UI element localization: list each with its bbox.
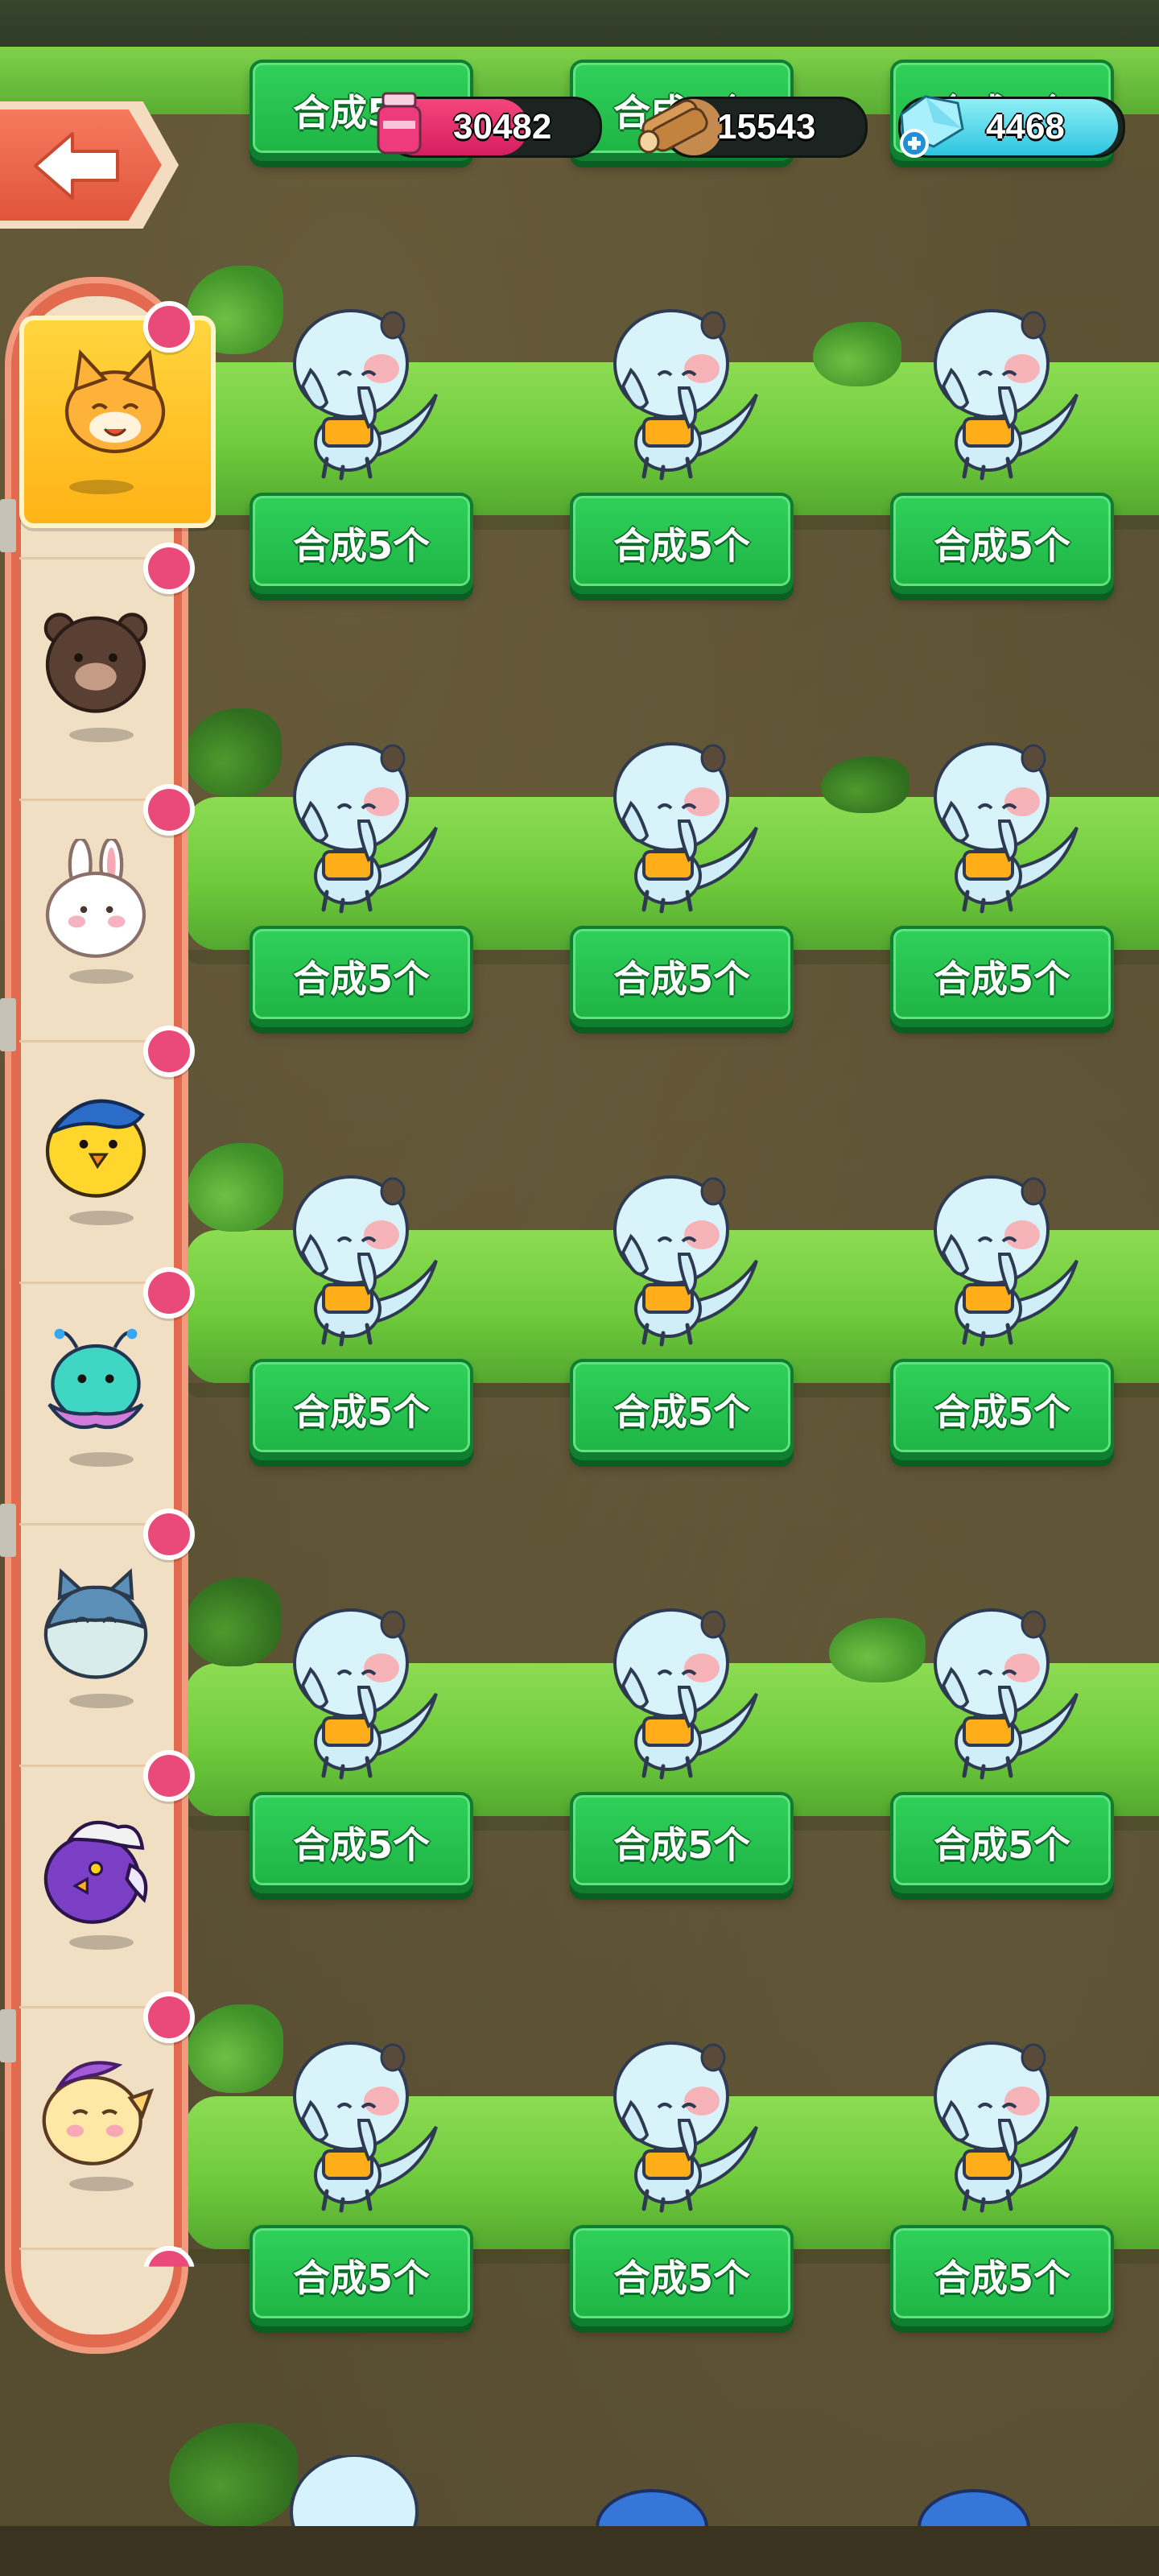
bush bbox=[829, 1618, 926, 1682]
gem-value: 4468 bbox=[986, 107, 1065, 147]
shadow bbox=[69, 480, 134, 494]
otter-icon bbox=[919, 1164, 1080, 1349]
sidebar-item[interactable] bbox=[19, 1523, 182, 1767]
merge-button-label: 合成5个 bbox=[292, 2256, 430, 2300]
merge-button-label: 合成5个 bbox=[933, 1390, 1070, 1434]
merge-button-label: 合成5个 bbox=[612, 1823, 750, 1867]
merge-button[interactable]: 合成5个 bbox=[250, 2225, 473, 2326]
otter-icon bbox=[278, 1164, 439, 1349]
otter-icon bbox=[290, 2455, 419, 2528]
notification-dot bbox=[143, 1992, 195, 2043]
merge-button[interactable]: 合成5个 bbox=[250, 493, 473, 594]
pony-icon bbox=[42, 2061, 155, 2165]
rabbit-icon bbox=[45, 839, 146, 958]
merge-button-label: 合成5个 bbox=[292, 957, 430, 1001]
shark-cat-icon bbox=[43, 1568, 148, 1679]
otter-icon bbox=[919, 298, 1080, 483]
merge-button[interactable]: 合成5个 bbox=[570, 493, 794, 594]
shadow bbox=[69, 1211, 134, 1225]
merge-button[interactable]: 合成5个 bbox=[250, 1359, 473, 1460]
sidebar-item[interactable] bbox=[19, 1765, 182, 2008]
notification-dot bbox=[143, 1750, 195, 1802]
cat-icon bbox=[64, 349, 166, 453]
merge-button[interactable]: 合成5个 bbox=[890, 1792, 1114, 1893]
merge-button[interactable]: 合成5个 bbox=[890, 1359, 1114, 1460]
shadow bbox=[69, 1694, 134, 1708]
potion-value: 30482 bbox=[453, 107, 552, 147]
chick-icon bbox=[45, 1099, 146, 1198]
bush bbox=[821, 757, 909, 813]
merge-button-label: 合成5个 bbox=[933, 524, 1070, 568]
merge-button-label: 合成5个 bbox=[292, 1823, 430, 1867]
shadow bbox=[69, 1935, 134, 1950]
alien-icon bbox=[47, 1328, 144, 1430]
merge-button-label: 合成5个 bbox=[933, 1823, 1070, 1867]
back-button[interactable] bbox=[0, 101, 179, 229]
merge-button-label: 合成5个 bbox=[612, 957, 750, 1001]
otter-icon bbox=[278, 2030, 439, 2215]
sidebar-item[interactable] bbox=[19, 2006, 182, 2250]
otter-icon bbox=[919, 1597, 1080, 1782]
merge-button[interactable]: 合成5个 bbox=[250, 1792, 473, 1893]
sidebar-item[interactable] bbox=[19, 799, 182, 1042]
shadow bbox=[69, 728, 134, 742]
merge-button[interactable]: 合成5个 bbox=[250, 926, 473, 1027]
otter-icon bbox=[599, 1597, 760, 1782]
potion-icon bbox=[377, 92, 422, 155]
blue-creature-icon bbox=[918, 2489, 1030, 2528]
merge-button-label: 合成5个 bbox=[933, 2256, 1070, 2300]
bear-icon bbox=[43, 613, 148, 713]
otter-icon bbox=[278, 1597, 439, 1782]
sidebar-tab bbox=[0, 998, 16, 1051]
merge-button[interactable]: 合成5个 bbox=[890, 926, 1114, 1027]
otter-icon bbox=[919, 2030, 1080, 2215]
merge-button-label: 合成5个 bbox=[612, 2256, 750, 2300]
sidebar-item[interactable] bbox=[19, 1282, 182, 1525]
sidebar-item[interactable] bbox=[19, 557, 182, 801]
sidebar-tab bbox=[0, 499, 16, 552]
bottom-bar bbox=[0, 2526, 1159, 2576]
merge-button-label: 合成5个 bbox=[933, 957, 1070, 1001]
otter-icon bbox=[278, 298, 439, 483]
otter-icon bbox=[599, 2030, 760, 2215]
merge-button[interactable]: 合成5个 bbox=[570, 1792, 794, 1893]
sidebar-item[interactable] bbox=[19, 316, 216, 559]
otter-icon bbox=[599, 731, 760, 916]
merge-button-label: 合成5个 bbox=[612, 524, 750, 568]
sidebar-item[interactable] bbox=[19, 1040, 182, 1284]
merge-button-label: 合成5个 bbox=[612, 1390, 750, 1434]
shadow bbox=[69, 2177, 134, 2191]
shadow bbox=[69, 1452, 134, 1467]
purple-bird-icon bbox=[43, 1820, 148, 1924]
blue-creature-icon bbox=[596, 2489, 708, 2528]
sidebar-tab bbox=[0, 2009, 16, 2062]
merge-button[interactable]: 合成5个 bbox=[570, 1359, 794, 1460]
notification-dot bbox=[143, 301, 195, 353]
notification-dot bbox=[143, 1026, 195, 1077]
notification-dot bbox=[143, 784, 195, 836]
merge-button-label: 合成5个 bbox=[292, 1390, 430, 1434]
merge-button[interactable]: 合成5个 bbox=[890, 493, 1114, 594]
merge-button[interactable]: 合成5个 bbox=[890, 2225, 1114, 2326]
top-strip bbox=[0, 0, 1159, 47]
bush bbox=[813, 322, 901, 386]
sidebar-tab bbox=[0, 1504, 16, 1557]
shadow bbox=[69, 969, 134, 984]
otter-icon bbox=[919, 731, 1080, 916]
wood-value: 15543 bbox=[717, 107, 816, 147]
notification-dot bbox=[143, 1509, 195, 1560]
merge-button[interactable]: 合成5个 bbox=[570, 926, 794, 1027]
arrow-left-icon bbox=[34, 132, 119, 200]
gem-icon[interactable] bbox=[892, 90, 969, 158]
merge-button-label: 合成5个 bbox=[292, 524, 430, 568]
otter-icon bbox=[599, 298, 760, 483]
otter-icon bbox=[599, 1164, 760, 1349]
merge-button[interactable]: 合成5个 bbox=[570, 2225, 794, 2326]
notification-dot bbox=[143, 543, 195, 594]
otter-icon bbox=[278, 731, 439, 916]
notification-dot bbox=[143, 1267, 195, 1319]
wood-icon bbox=[637, 99, 708, 154]
